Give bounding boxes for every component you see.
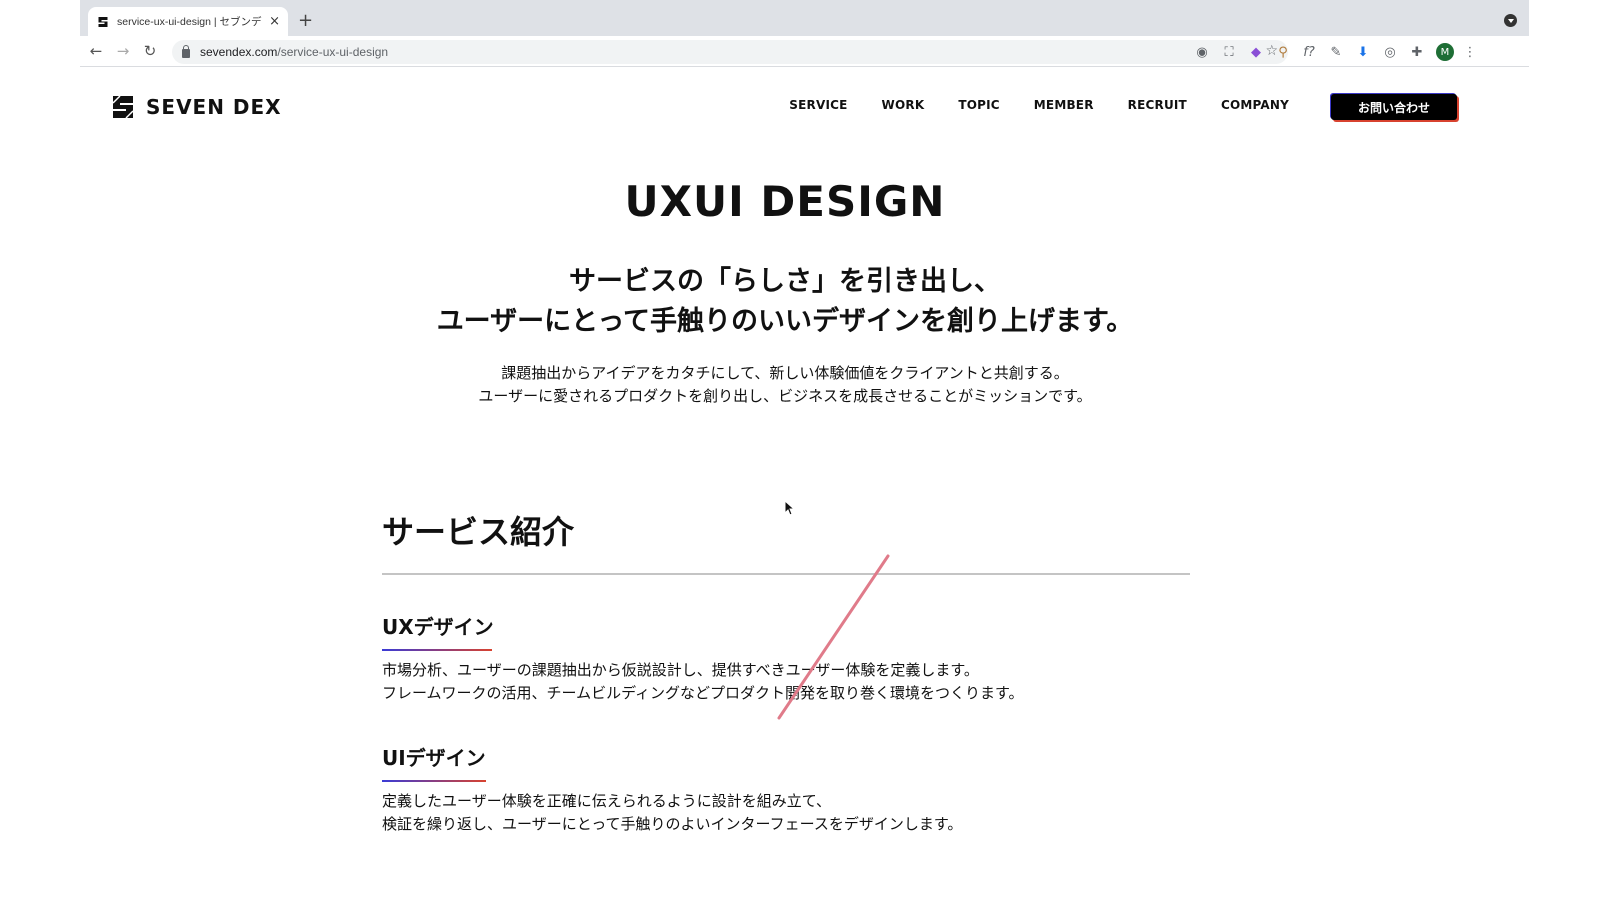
tab-title: service-ux-ui-design | セブンデ	[117, 16, 262, 28]
nav-work[interactable]: WORK	[882, 98, 925, 112]
new-tab-button[interactable]: +	[298, 10, 313, 31]
download-icon[interactable]: ⬇	[1355, 44, 1371, 60]
nav-recruit[interactable]: RECRUIT	[1128, 98, 1187, 112]
service-heading-underline	[382, 780, 486, 782]
service-description-ui: 定義したユーザー体験を正確に伝えられるように設計を組み立て、 検証を繰り返し、ユ…	[382, 790, 962, 836]
logo-wordmark: SEVEN DEX	[146, 95, 282, 119]
tab-search-icon[interactable]	[1504, 14, 1517, 27]
seven-dex-logo-icon	[112, 95, 134, 119]
site-logo[interactable]: SEVEN DEX	[112, 95, 282, 119]
hero-lead-line: サービスの「らしさ」を引き出し、	[569, 266, 1001, 297]
section-title: サービス紹介	[382, 513, 575, 551]
font-identify-icon[interactable]: f?	[1301, 44, 1317, 60]
nav-service[interactable]: SERVICE	[789, 98, 847, 112]
color-extension-icon[interactable]: ◆	[1248, 44, 1264, 60]
hero-body-line: ユーザーに愛されるプロダクトを創り出し、ビジネスを成長させることがミッションです…	[478, 387, 1092, 405]
browser-toolbar: ← → ↻ sevendex.com/service-ux-ui-design …	[80, 36, 1529, 67]
address-bar[interactable]: sevendex.com/service-ux-ui-design ☆	[172, 40, 1288, 64]
brush-icon[interactable]: ⚲	[1275, 44, 1291, 60]
service-description-ux: 市場分析、ユーザーの課題抽出から仮説設計し、提供すべきユーザー体験を定義します。…	[382, 659, 1024, 705]
browser-window: service-ux-ui-design | セブンデ × + ← → ↻ se…	[80, 0, 1529, 900]
service-text-line: 検証を繰り返し、ユーザーにとって手触りのよいインターフェースをデザインします。	[382, 815, 963, 833]
global-nav: SERVICE WORK TOPIC MEMBER RECRUIT COMPAN…	[789, 98, 1289, 112]
active-tab[interactable]: service-ux-ui-design | セブンデ ×	[88, 7, 288, 36]
browser-menu-icon[interactable]: ⋮	[1462, 44, 1478, 60]
eyedropper-icon[interactable]: ✎	[1328, 44, 1344, 60]
page-title: UXUI DESIGN	[624, 177, 946, 226]
nav-member[interactable]: MEMBER	[1034, 98, 1094, 112]
hero-body-line: 課題抽出からアイデアをカタチにして、新しい体験価値をクライアントと共創する。	[501, 364, 1069, 382]
contact-button[interactable]: お問い合わせ	[1331, 94, 1457, 120]
tab-strip: service-ux-ui-design | セブンデ × +	[80, 0, 1529, 36]
nav-company[interactable]: COMPANY	[1221, 98, 1289, 112]
mouse-cursor-icon	[784, 500, 796, 516]
hero-lead: サービスの「らしさ」を引き出し、 ユーザーにとって手触りのいいデザインを創り上げ…	[80, 262, 1490, 342]
tab-close-icon[interactable]: ×	[269, 14, 280, 29]
lock-icon	[182, 44, 190, 58]
hero-lead-line: ユーザーにとって手触りのいいデザインを創り上げます。	[436, 306, 1134, 337]
site-favicon-icon	[96, 15, 110, 29]
annotation-pen-stroke	[777, 554, 890, 720]
url-text: sevendex.com/service-ux-ui-design	[200, 45, 389, 59]
service-text-line: 市場分析、ユーザーの課題抽出から仮説設計し、提供すべきユーザー体験を定義します。	[382, 661, 979, 679]
back-button[interactable]: ←	[86, 41, 106, 61]
service-heading-ui: UIデザイン	[382, 746, 486, 770]
hero-description: 課題抽出からアイデアをカタチにして、新しい体験価値をクライアントと共創する。 ユ…	[80, 362, 1490, 408]
service-text-line: 定義したユーザー体験を正確に伝えられるように設計を組み立て、	[382, 792, 831, 810]
forward-button[interactable]: →	[113, 41, 133, 61]
nav-topic[interactable]: TOPIC	[958, 98, 999, 112]
service-heading-ux: UXデザイン	[382, 615, 494, 639]
profile-avatar[interactable]: M	[1436, 43, 1454, 61]
reload-button[interactable]: ↻	[140, 41, 160, 61]
record-icon[interactable]: ◎	[1382, 44, 1398, 60]
service-heading-underline	[382, 649, 492, 651]
page-content: SEVEN DEX SERVICE WORK TOPIC MEMBER RECR…	[80, 67, 1529, 900]
service-text-line: フレームワークの活用、チームビルディングなどプロダクト開発を取り巻く環境をつくり…	[382, 684, 1024, 702]
camera-icon[interactable]: ◉	[1194, 44, 1210, 60]
puzzle-icon[interactable]: ✚	[1409, 44, 1425, 60]
screenshot-icon[interactable]: ⛶	[1221, 44, 1237, 60]
